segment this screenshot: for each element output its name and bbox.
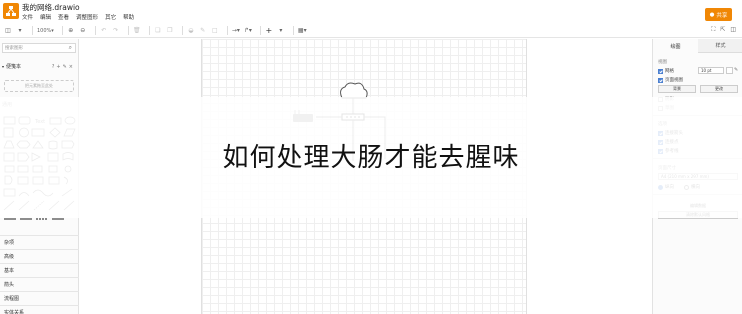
- zoom-select[interactable]: 100% ▾: [37, 26, 54, 36]
- shape-search-input[interactable]: 搜索图形 ⌕: [2, 43, 76, 53]
- shadow-icon[interactable]: □: [211, 26, 219, 36]
- toolbar-divider: [181, 26, 183, 35]
- toolbar-divider: [226, 26, 228, 35]
- scratchpad-header[interactable]: ▾ 便笺本 ?+✎×: [2, 63, 77, 71]
- to-back-icon[interactable]: ❐: [166, 26, 174, 36]
- grid-size-value: 10 pt: [701, 68, 712, 73]
- fullscreen-icon[interactable]: ⛶: [711, 26, 715, 34]
- scratchpad-drop-zone[interactable]: 把元素拖至此处: [4, 80, 74, 92]
- menu-arrange[interactable]: 调整图形: [76, 13, 98, 21]
- drawio-logo-icon: [6, 6, 16, 16]
- view-section-label: 视图: [658, 60, 667, 65]
- scratchpad-actions: ?+✎×: [52, 64, 75, 70]
- format-tabs: 绘图 样式: [653, 39, 742, 53]
- share-label: 共享: [716, 12, 728, 19]
- toolbar-right: ⛶ ⇱ ◫: [711, 26, 736, 34]
- background-button[interactable]: 背景: [658, 85, 696, 93]
- zoom-label: 100%: [37, 27, 52, 34]
- drawio-app: 我的网络.drawio 文件 编辑 查看 调整图形 其它 帮助 ● 共享 ◫ ▾…: [0, 0, 742, 314]
- waypoint-icon[interactable]: ↱▾: [244, 26, 252, 36]
- to-front-icon[interactable]: ❏: [154, 26, 162, 36]
- user-icon: ●: [709, 11, 715, 18]
- document-title[interactable]: 我的网络.drawio: [22, 2, 80, 13]
- connection-icon[interactable]: →▾: [232, 26, 240, 36]
- menu-bar: 文件 编辑 查看 调整图形 其它 帮助: [22, 13, 134, 21]
- category-flowchart[interactable]: 流程图: [0, 291, 79, 305]
- menu-file[interactable]: 文件: [22, 13, 33, 21]
- close-icon[interactable]: ×: [69, 64, 75, 70]
- share-button[interactable]: ● 共享: [705, 8, 732, 21]
- toolbar-divider: [259, 26, 261, 35]
- category-misc[interactable]: 杂项: [0, 235, 79, 249]
- menu-extras[interactable]: 其它: [105, 13, 116, 21]
- grid-size-input[interactable]: 10 pt: [698, 67, 724, 74]
- zoom-out-icon[interactable]: ⊖: [79, 26, 87, 36]
- toolbar-divider: [32, 26, 33, 35]
- grid-row: 网格: [658, 68, 674, 74]
- redo-icon[interactable]: ↷: [112, 26, 120, 36]
- collapse-icon[interactable]: ⇱: [720, 26, 725, 34]
- category-advanced[interactable]: 高级: [0, 249, 79, 263]
- toolbar-divider: [148, 26, 150, 35]
- edit-grid-icon[interactable]: ✎: [734, 67, 738, 73]
- zoom-in-icon[interactable]: ⊕: [67, 26, 75, 36]
- table-icon[interactable]: ▦▾: [298, 26, 307, 36]
- grid-label: 网格: [665, 69, 674, 74]
- format-panel-dropdown-icon[interactable]: ▾: [16, 26, 24, 36]
- toolbar: ◫ ▾ 100% ▾ ⊕ ⊖ ↶ ↷ 🗑 ❏ ❐ ◒ ✎ □ →▾ ↱▾ + ▾ …: [0, 24, 742, 38]
- tab-diagram[interactable]: 绘图: [653, 39, 698, 53]
- grid-color-swatch[interactable]: [726, 67, 733, 74]
- scratchpad-label: 便笺本: [6, 64, 22, 70]
- toolbar-divider: [61, 26, 63, 35]
- insert-dropdown-icon[interactable]: ▾: [277, 26, 285, 36]
- tab-style[interactable]: 样式: [698, 39, 742, 53]
- cloud-node[interactable]: [340, 82, 368, 99]
- chevron-down-icon: ▾: [2, 64, 5, 69]
- panel-toggle-icon[interactable]: ◫: [730, 26, 736, 34]
- drawio-logo[interactable]: [3, 3, 19, 19]
- category-entity-relation[interactable]: 实体关系: [0, 305, 79, 314]
- delete-icon[interactable]: 🗑: [133, 26, 141, 36]
- grid-checkbox[interactable]: [658, 68, 663, 74]
- toolbar-divider: [292, 26, 294, 35]
- fill-color-icon[interactable]: ◒: [187, 26, 195, 36]
- menu-view[interactable]: 查看: [58, 13, 69, 21]
- category-basic[interactable]: 基本: [0, 263, 79, 277]
- toolbar-divider: [127, 26, 129, 35]
- search-icon[interactable]: ⌕: [69, 44, 72, 52]
- page-view-checkbox[interactable]: [658, 77, 663, 83]
- format-panel-icon[interactable]: ◫: [4, 26, 12, 36]
- undo-icon[interactable]: ↶: [100, 26, 108, 36]
- menu-edit[interactable]: 编辑: [40, 13, 51, 21]
- category-arrows[interactable]: 箭头: [0, 277, 79, 291]
- title-bar: 我的网络.drawio 文件 编辑 查看 调整图形 其它 帮助 ● 共享: [0, 0, 742, 24]
- page-view-label: 页面视图: [665, 78, 683, 83]
- shape-categories: 杂项 高级 基本 箭头 流程图 实体关系: [0, 235, 79, 314]
- toolbar-divider: [94, 26, 96, 35]
- search-placeholder: 搜索图形: [5, 46, 23, 51]
- menu-help[interactable]: 帮助: [123, 13, 134, 21]
- change-button[interactable]: 更改: [700, 85, 738, 93]
- line-color-icon[interactable]: ✎: [199, 26, 207, 36]
- page-view-row: 页面视图: [658, 77, 683, 83]
- banner-title: 如何处理大肠才能去腥味: [222, 143, 520, 173]
- insert-icon[interactable]: +: [265, 26, 273, 36]
